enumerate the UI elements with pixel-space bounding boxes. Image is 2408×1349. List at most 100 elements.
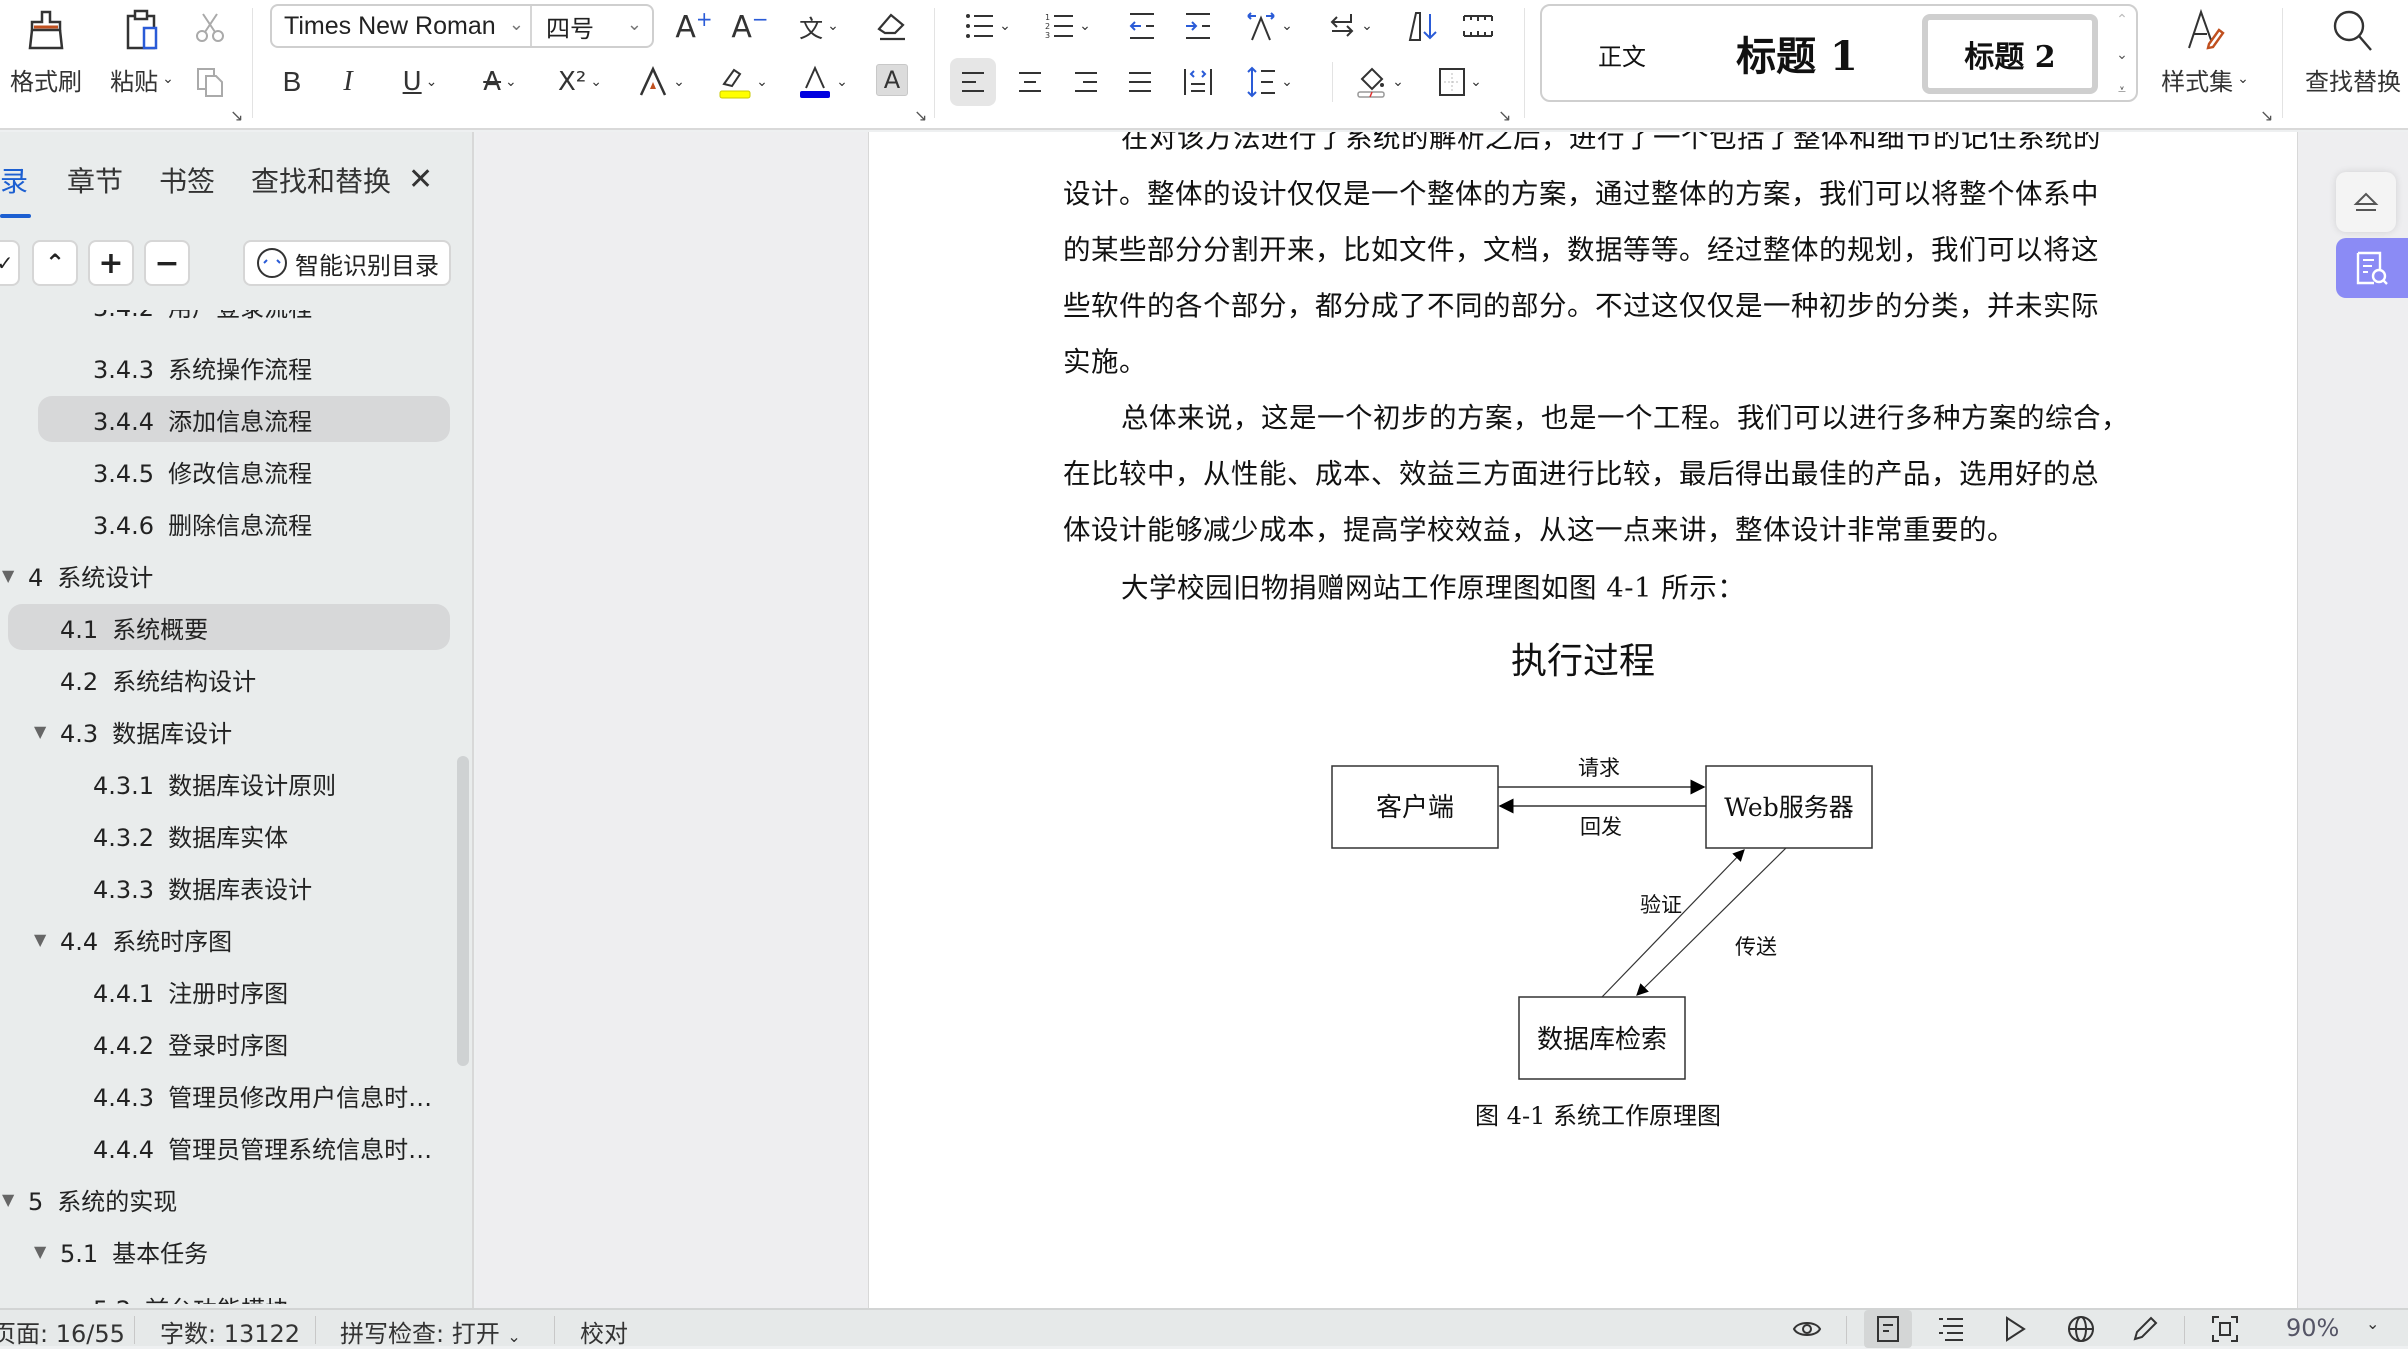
toc-item[interactable]: ▼ 4.3 数据库设计: [0, 708, 450, 754]
font-name-dropdown[interactable]: Times New Roman ⌄: [272, 6, 532, 46]
collapse-all-button[interactable]: ✓: [0, 240, 20, 286]
phonetic-guide-button[interactable]: 文 ⌄: [786, 6, 852, 46]
dialog-launcher-icon[interactable]: ↘: [1498, 106, 1511, 125]
toc-item[interactable]: ▼ 5.1 基本任务: [0, 1228, 450, 1274]
proofread-button[interactable]: 校对: [580, 1314, 628, 1349]
chevron-down-icon[interactable]: ⌄: [2116, 47, 2128, 63]
style-set-button[interactable]: 样式集 ⌄: [2150, 4, 2260, 100]
word-count[interactable]: 字数: 13122: [160, 1314, 300, 1349]
expand-gallery-icon[interactable]: ⩡: [2118, 82, 2126, 98]
close-icon[interactable]: ✕: [408, 162, 433, 197]
toc-item[interactable]: 4.3.3 数据库表设计: [0, 864, 450, 910]
outline-view-button[interactable]: [1934, 1312, 1968, 1346]
toc-item[interactable]: 4.4.3 管理员修改用户信息时…: [0, 1072, 450, 1118]
document-page[interactable]: 在对该方法进行了系统的解析之后，进行了一个包括了整体和细节的记住系统的 设计。整…: [868, 132, 2298, 1308]
expand-toggle-icon[interactable]: ▼: [34, 930, 46, 949]
zoom-dropdown-chevron-icon[interactable]: ⌄: [2366, 1314, 2379, 1333]
document-review-button[interactable]: [2336, 238, 2408, 298]
justify-button[interactable]: [1118, 62, 1162, 102]
fit-page-button[interactable]: [2208, 1312, 2242, 1346]
toc-item[interactable]: 5.2 前台功能模块: [0, 1280, 450, 1304]
spell-check-toggle[interactable]: 拼写检查: 打开 ⌄: [340, 1314, 521, 1349]
find-replace-button[interactable]: 查找替换: [2298, 4, 2408, 100]
write-mode-button[interactable]: [2128, 1312, 2162, 1346]
toc-item[interactable]: 3.4.6 删除信息流程: [0, 500, 450, 546]
align-left-button[interactable]: [950, 58, 996, 106]
bold-button[interactable]: B: [272, 62, 312, 102]
tab-toc[interactable]: 录: [0, 160, 28, 200]
expand-toggle-icon[interactable]: ▼: [2, 1190, 14, 1209]
smart-toc-button[interactable]: 智能识别目录: [243, 240, 451, 286]
increase-font-button[interactable]: A+: [672, 6, 716, 46]
font-size-dropdown[interactable]: 四号 ⌄: [532, 6, 652, 46]
reading-mode-button[interactable]: [1790, 1312, 1824, 1346]
tab-chapters[interactable]: 章节: [67, 160, 123, 200]
line-spacing-button[interactable]: ⌄: [1238, 62, 1300, 102]
reply-label: 回发: [1580, 815, 1622, 839]
toc-item[interactable]: ▼ 5 系统的实现: [0, 1176, 450, 1222]
collapse-panel-button[interactable]: [2336, 172, 2396, 232]
dialog-launcher-icon[interactable]: ↘: [2260, 106, 2273, 125]
cut-button[interactable]: [190, 8, 230, 48]
highlight-button[interactable]: ⌄: [710, 62, 776, 102]
shading-button[interactable]: ⌄: [1350, 62, 1410, 102]
toc-item[interactable]: 4.4.2 登录时序图: [0, 1020, 450, 1066]
text-effect-button[interactable]: ⌄: [630, 62, 692, 102]
text-direction-button[interactable]: ⌄: [1238, 6, 1300, 46]
style-normal[interactable]: 正文: [1562, 26, 1682, 82]
add-heading-button[interactable]: +: [88, 240, 134, 286]
strikethrough-button[interactable]: A ⌄: [470, 62, 530, 102]
tab-find-replace[interactable]: 查找和替换: [251, 160, 391, 200]
page-indicator[interactable]: 页面: 16/55: [0, 1314, 125, 1349]
align-center-button[interactable]: [1008, 62, 1052, 102]
ruler-button[interactable]: [1456, 6, 1500, 46]
clear-format-button[interactable]: [870, 6, 914, 46]
web-view-button[interactable]: [2064, 1312, 2098, 1346]
underline-button[interactable]: U ⌄: [390, 62, 450, 102]
chevron-up-icon[interactable]: ⌃: [2116, 12, 2128, 28]
format-painter-button[interactable]: 格式刷: [6, 4, 86, 100]
increase-indent-button[interactable]: [1176, 6, 1220, 46]
bullet-list-button[interactable]: ⌄: [958, 6, 1018, 46]
style-heading-1[interactable]: 标题 1: [1712, 18, 1882, 88]
dialog-launcher-icon[interactable]: ↘: [230, 106, 243, 125]
toc-item[interactable]: 4.3.1 数据库设计原则: [0, 760, 450, 806]
sort-button[interactable]: [1400, 6, 1444, 46]
toc-item[interactable]: 3.4.5 修改信息流程: [0, 448, 450, 494]
tab-bookmarks[interactable]: 书签: [159, 160, 215, 200]
expand-toggle-icon[interactable]: ▼: [34, 722, 46, 741]
page-view-button[interactable]: [1864, 1310, 1912, 1348]
slideshow-button[interactable]: [1998, 1312, 2032, 1346]
italic-button[interactable]: I: [328, 62, 368, 102]
line-break-button[interactable]: ⌄: [1320, 6, 1380, 46]
distributed-align-button[interactable]: [1176, 62, 1220, 102]
font-color-button[interactable]: ⌄: [790, 62, 856, 102]
toc-item[interactable]: 4.1 系统概要: [8, 604, 450, 650]
paste-button[interactable]: 粘贴 ⌄: [100, 4, 184, 100]
style-heading-2[interactable]: 标题 2: [1922, 14, 2098, 94]
toc-item[interactable]: 4.3.2 数据库实体: [0, 812, 450, 858]
toc-item[interactable]: 4.2 系统结构设计: [0, 656, 450, 702]
toc-item[interactable]: 3.4.3 系统操作流程: [0, 344, 450, 390]
borders-button[interactable]: ⌄: [1430, 62, 1490, 102]
numbered-list-button[interactable]: 123 ⌄: [1038, 6, 1098, 46]
zoom-level[interactable]: 90%: [2286, 1314, 2339, 1342]
remove-heading-button[interactable]: −: [144, 240, 190, 286]
move-up-button[interactable]: ⌃: [32, 240, 78, 286]
toc-item[interactable]: 3.4.4 添加信息流程: [38, 396, 450, 442]
toc-item[interactable]: 3.4.2 用户登录流程: [0, 310, 450, 334]
toc-item[interactable]: ▼ 4 系统设计: [0, 552, 450, 598]
decrease-font-button[interactable]: A−: [728, 6, 772, 46]
copy-button[interactable]: [190, 62, 230, 102]
character-shading-button[interactable]: A: [876, 64, 908, 96]
align-right-button[interactable]: [1064, 62, 1108, 102]
toc-item[interactable]: 4.4.4 管理员管理系统信息时…: [0, 1124, 450, 1170]
expand-toggle-icon[interactable]: ▼: [34, 1242, 46, 1261]
dialog-launcher-icon[interactable]: ↘: [914, 106, 927, 125]
decrease-indent-button[interactable]: [1120, 6, 1164, 46]
toc-scrollbar[interactable]: [457, 756, 469, 1066]
toc-item[interactable]: 4.4.1 注册时序图: [0, 968, 450, 1014]
expand-toggle-icon[interactable]: ▼: [2, 566, 14, 585]
superscript-button[interactable]: X² ⌄: [550, 62, 610, 102]
toc-item[interactable]: ▼ 4.4 系统时序图: [0, 916, 450, 962]
